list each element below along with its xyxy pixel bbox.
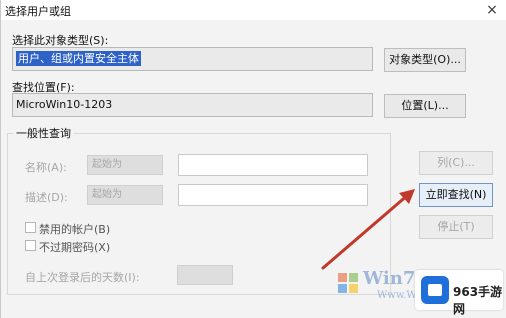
object-type-field: 用户、组或内置安全主体 — [12, 47, 373, 71]
name-input[interactable] — [178, 154, 368, 176]
non-expiring-password-label: 不过期密码(X) — [39, 241, 111, 254]
window-title: 选择用户或组 — [5, 5, 71, 18]
object-types-button[interactable]: 对象类型(O)... — [384, 48, 466, 72]
description-match-select[interactable]: 起始为 — [87, 185, 163, 205]
watermark-logo: Win7 Www.W — [337, 266, 427, 306]
description-label: 描述(D): — [25, 191, 68, 204]
location-field: MicroWin10-1203 — [12, 93, 373, 117]
annotation-arrow — [321, 189, 415, 270]
close-button[interactable]: × — [483, 1, 501, 19]
object-type-value: 用户、组或内置安全主体 — [16, 51, 141, 66]
disabled-accounts-label: 禁用的帐户(B) — [39, 223, 111, 236]
name-match-select[interactable]: 起始为 — [87, 155, 163, 175]
object-type-label: 选择此对象类型(S): — [12, 34, 109, 47]
site-logo-icon — [421, 276, 449, 304]
stop-button[interactable]: 停止(T) — [419, 215, 493, 239]
select-users-dialog: 选择用户或组 × 选择此对象类型(S): 用户、组或内置安全主体 对象类型(O)… — [0, 0, 506, 318]
site-badge-text: 963手游网 — [453, 285, 503, 316]
find-now-button[interactable]: 立即查找(N) — [419, 183, 493, 207]
non-expiring-password-checkbox[interactable] — [25, 240, 36, 251]
general-query-legend: 一般性查询 — [13, 125, 74, 141]
columns-button[interactable]: 列(C)... — [419, 151, 493, 175]
title-bar: 选择用户或组 × — [1, 0, 506, 20]
name-label: 名称(A): — [25, 161, 67, 174]
days-since-logon-select[interactable] — [177, 265, 233, 285]
locations-button[interactable]: 位置(L)... — [384, 94, 466, 118]
watermark-text: Win7 — [363, 268, 416, 289]
disabled-accounts-checkbox[interactable] — [25, 222, 36, 233]
days-since-logon-label: 自上次登录后的天数(I): — [25, 271, 140, 284]
site-badge: 963手游网 — [415, 270, 503, 316]
watermark-subtext: Www.W — [377, 290, 417, 301]
